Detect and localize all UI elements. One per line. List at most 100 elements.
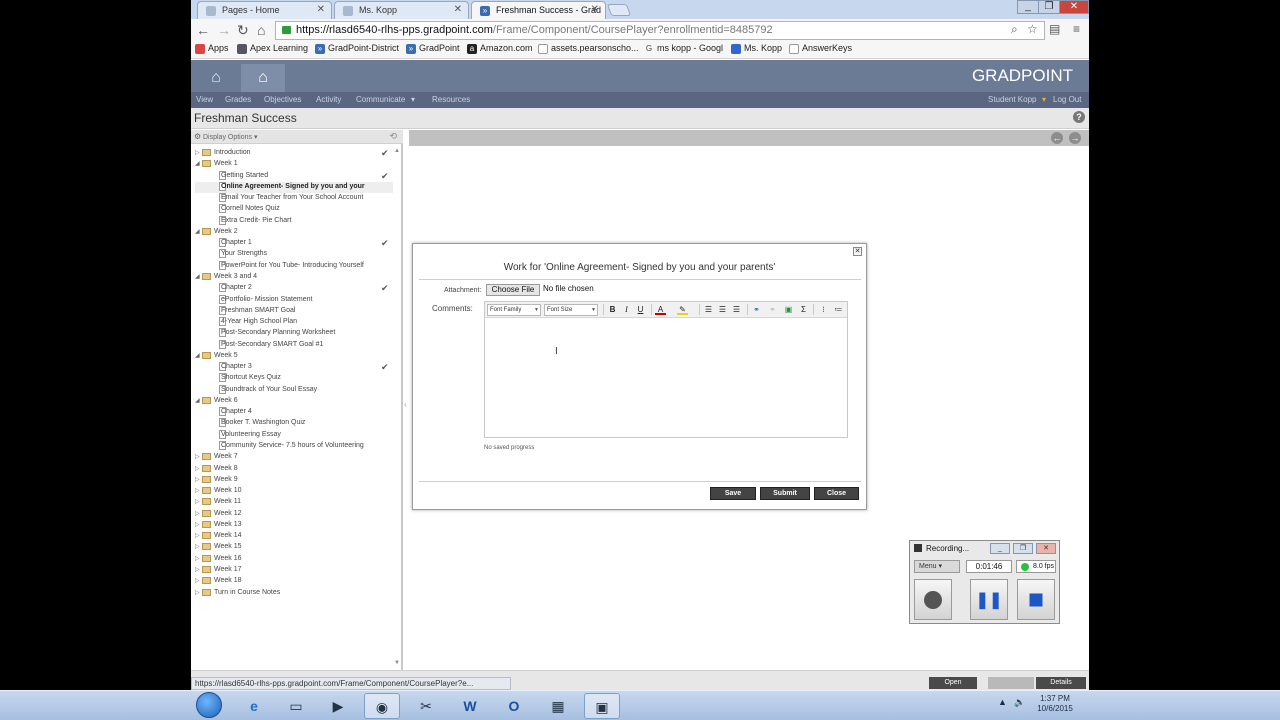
- collapse-icon[interactable]: ◢: [195, 273, 200, 280]
- expand-icon[interactable]: ▷: [195, 555, 200, 562]
- outline-folder[interactable]: ▷ Week 16: [195, 554, 393, 565]
- user-menu[interactable]: Student Kopp: [988, 95, 1036, 104]
- bookmark-gradpoint[interactable]: » GradPoint: [406, 43, 460, 54]
- outline-item[interactable]: Cornell Notes Quiz: [195, 204, 393, 215]
- start-button[interactable]: [196, 692, 222, 718]
- outlook-icon[interactable]: O: [496, 693, 532, 719]
- collapse-icon[interactable]: ◢: [195, 160, 200, 167]
- outline-item[interactable]: Chapter 2: [195, 283, 393, 294]
- image-icon[interactable]: ▣: [783, 304, 794, 315]
- expand-icon[interactable]: ▷: [195, 577, 200, 584]
- expand-icon[interactable]: ▷: [195, 566, 200, 573]
- taskbar-clock[interactable]: 1:37 PM 10/6/2015: [1030, 694, 1080, 714]
- explorer-icon[interactable]: ▭: [278, 693, 314, 719]
- collapse-icon[interactable]: ◢: [195, 397, 200, 404]
- stop-button[interactable]: [1017, 579, 1055, 620]
- outline-folder[interactable]: ▷ Week 14: [195, 531, 393, 542]
- recorder-app-icon[interactable]: ▣: [584, 693, 620, 719]
- outline-item[interactable]: Online Agreement- Signed by you and your: [195, 181, 393, 193]
- outline-item[interactable]: Getting Started: [195, 170, 393, 182]
- align-left-icon[interactable]: ☰: [703, 304, 714, 315]
- bullet-list-icon[interactable]: ⁝: [818, 304, 829, 315]
- new-tab-button[interactable]: [606, 4, 632, 16]
- ie-icon[interactable]: e: [236, 693, 272, 719]
- collapse-icon[interactable]: ◢: [195, 228, 200, 235]
- numbered-list-icon[interactable]: ≔: [833, 304, 844, 315]
- outline-folder[interactable]: ▷ Week 12: [195, 509, 393, 520]
- snipping-tool-icon[interactable]: ✂: [408, 693, 444, 719]
- refresh-icon[interactable]: ⟲: [389, 131, 397, 142]
- open-button[interactable]: Open: [929, 677, 977, 689]
- comments-editor[interactable]: Font Family ▼ Font Size ▼ B I U A ✎ ☰ ☰ ☰ …: [484, 301, 848, 438]
- bookmark-ms-kopp-google[interactable]: Gms kopp - Googl: [644, 43, 723, 53]
- scroll-up-icon[interactable]: ▲: [394, 148, 400, 154]
- outline-folder[interactable]: ▷ Week 9: [195, 475, 393, 486]
- align-center-icon[interactable]: ☰: [717, 304, 728, 315]
- outline-folder[interactable]: ▷ Week 17: [195, 565, 393, 576]
- outline-item[interactable]: Freshman SMART Goal: [195, 305, 393, 317]
- nav-resources[interactable]: Resources: [432, 95, 470, 104]
- outline-item[interactable]: ePortfolio- Mission Statement: [195, 294, 393, 306]
- choose-file-button[interactable]: Choose File: [486, 284, 540, 296]
- italic-icon[interactable]: I: [621, 304, 632, 315]
- submit-button[interactable]: Submit: [760, 487, 810, 500]
- recorder-close-button[interactable]: ✕: [1036, 543, 1056, 554]
- pause-button[interactable]: ❚❚: [970, 579, 1008, 620]
- maximize-button[interactable]: ❐: [1038, 0, 1060, 14]
- home-icon[interactable]: ⌂: [197, 64, 235, 92]
- extension-icon[interactable]: ▤: [1049, 22, 1060, 36]
- expand-icon[interactable]: ▷: [195, 589, 200, 596]
- close-icon[interactable]: ✕: [853, 247, 862, 256]
- outline-folder[interactable]: ▷ Introduction: [195, 148, 393, 159]
- link-icon[interactable]: ⚭: [751, 304, 762, 315]
- course-icon[interactable]: ⌂: [241, 64, 285, 92]
- outline-item[interactable]: Your Strengths: [195, 249, 393, 260]
- outline-folder[interactable]: ◢ Week 2: [195, 227, 393, 238]
- bookmark-apps[interactable]: Apps: [195, 43, 229, 54]
- outline-item[interactable]: Shortcut Keys Quiz: [195, 373, 393, 384]
- reload-icon[interactable]: ↻: [237, 22, 249, 38]
- star-icon[interactable]: ☆: [1027, 22, 1038, 36]
- scroll-down-icon[interactable]: ▼: [394, 660, 400, 666]
- tray-arrow-icon[interactable]: ▲: [998, 697, 1007, 707]
- recorder-menu-button[interactable]: Menu ▾: [914, 560, 960, 573]
- bookmark-ms-kopp[interactable]: Ms. Kopp: [731, 43, 782, 54]
- tab-freshman-success[interactable]: » Freshman Success - Grad ✕: [471, 1, 606, 19]
- chrome-icon[interactable]: ◉: [364, 693, 400, 719]
- outline-item[interactable]: 4-Year High School Plan: [195, 317, 393, 328]
- expand-icon[interactable]: ▷: [195, 476, 200, 483]
- forward-icon[interactable]: →: [217, 22, 231, 38]
- bookmark-gradpoint-district[interactable]: » GradPoint-District: [315, 43, 399, 54]
- font-family-select[interactable]: Font Family ▼: [487, 304, 541, 316]
- outline-item[interactable]: Post-Secondary Planning Worksheet: [195, 328, 393, 339]
- outline-item[interactable]: Post-Secondary SMART Goal #1: [195, 339, 393, 351]
- previous-arrow-icon[interactable]: ←: [1051, 132, 1063, 144]
- expand-icon[interactable]: ▷: [195, 543, 200, 550]
- expand-icon[interactable]: ▷: [195, 532, 200, 539]
- pane-splitter[interactable]: ‹: [404, 400, 407, 409]
- font-size-select[interactable]: Font Size ▼: [544, 304, 598, 316]
- word-icon[interactable]: W: [452, 693, 488, 719]
- nav-communicate[interactable]: Communicate: [356, 95, 405, 104]
- underline-icon[interactable]: U: [635, 304, 646, 315]
- outline-item[interactable]: Chapter 4: [195, 407, 393, 418]
- details-button[interactable]: Details: [1036, 677, 1086, 689]
- record-button[interactable]: [914, 579, 952, 620]
- menu-icon[interactable]: ≡: [1073, 22, 1080, 36]
- volume-icon[interactable]: 🔈: [1014, 697, 1025, 708]
- outline-folder[interactable]: ◢ Week 5: [195, 351, 393, 362]
- tab-ms-kopp[interactable]: Ms. Kopp ✕: [334, 1, 469, 19]
- tab-pages-home[interactable]: Pages - Home ✕: [197, 1, 332, 19]
- outline-item[interactable]: Extra Credit- Pie Chart: [195, 215, 393, 227]
- nav-grades[interactable]: Grades: [225, 95, 251, 104]
- logout-link[interactable]: Log Out: [1053, 95, 1081, 104]
- outline-folder[interactable]: ▷ Week 7: [195, 452, 393, 463]
- next-arrow-icon[interactable]: →: [1069, 132, 1081, 144]
- outline-folder[interactable]: ▷ Turn in Course Notes: [195, 588, 393, 599]
- expand-icon[interactable]: ▷: [195, 521, 200, 528]
- outline-folder[interactable]: ▷ Week 8: [195, 464, 393, 475]
- expand-icon[interactable]: ▷: [195, 487, 200, 494]
- display-options[interactable]: ⚙ Display Options ▾ ⟲: [191, 130, 403, 144]
- save-button[interactable]: Save: [710, 487, 756, 500]
- window-close-button[interactable]: ✕: [1059, 0, 1089, 14]
